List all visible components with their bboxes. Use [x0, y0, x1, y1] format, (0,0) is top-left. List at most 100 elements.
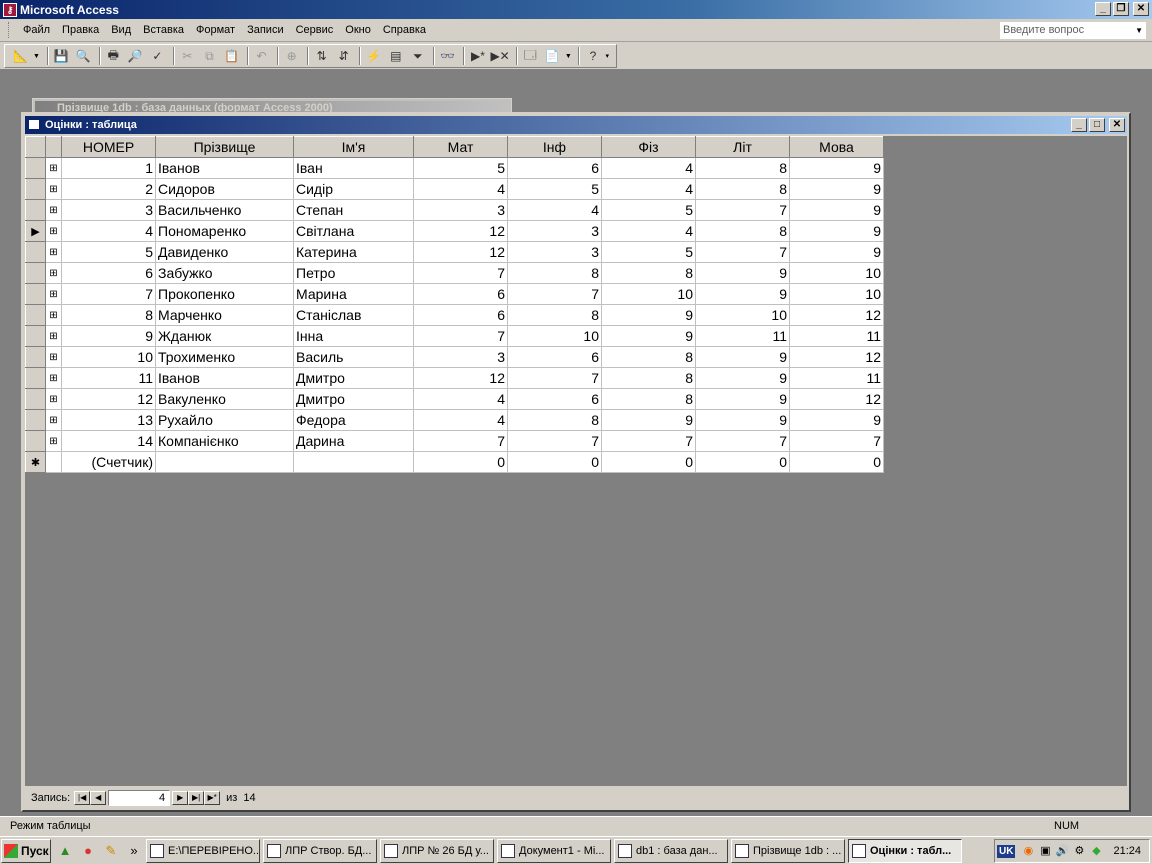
cell-mat[interactable]: 0	[413, 451, 508, 473]
cell-surname[interactable]: Давиденко	[155, 241, 294, 263]
table-row[interactable]: ▶ ⊞ 4 Пономаренко Світлана 12 3 4 8 9	[25, 220, 884, 242]
chevron-down-icon[interactable]: ▼	[1135, 23, 1143, 38]
cell-name[interactable]: Петро	[293, 262, 414, 284]
record-selector[interactable]	[25, 388, 46, 410]
cell-surname[interactable]: Пономаренко	[155, 220, 294, 242]
chevron-down-icon[interactable]: ▼	[565, 53, 573, 60]
cell-mat[interactable]: 12	[413, 241, 508, 263]
cell-name[interactable]	[293, 451, 414, 473]
cell-surname[interactable]: Вакуленко	[155, 388, 294, 410]
menu-tools[interactable]: Сервис	[290, 19, 340, 41]
cell-inf[interactable]: 0	[507, 451, 602, 473]
expand-plus-icon[interactable]: ⊞	[45, 199, 62, 221]
cell-nomer[interactable]: 4	[61, 220, 156, 242]
expand-plus-icon[interactable]: ⊞	[45, 178, 62, 200]
cell-fiz[interactable]: 4	[601, 157, 696, 179]
record-selector[interactable]	[25, 367, 46, 389]
taskbar-button[interactable]: ЛПР Створ. БД...	[263, 838, 377, 863]
cell-nomer[interactable]: 1	[61, 157, 156, 179]
cell-inf[interactable]: 8	[507, 409, 602, 431]
cell-name[interactable]: Катерина	[293, 241, 414, 263]
cell-inf[interactable]: 6	[507, 346, 602, 368]
cell-mova[interactable]: 9	[789, 157, 884, 179]
menu-grip[interactable]	[8, 22, 11, 38]
cell-surname[interactable]: Рухайло	[155, 409, 294, 431]
select-all-corner[interactable]	[25, 136, 46, 158]
expand-plus-icon[interactable]: ⊞	[45, 367, 62, 389]
cell-mat[interactable]: 7	[413, 430, 508, 452]
cell-mat[interactable]: 4	[413, 409, 508, 431]
table-row[interactable]: ⊞ 2 Сидоров Сидір 4 5 4 8 9	[25, 178, 884, 200]
expand-plus-icon[interactable]: ⊞	[45, 304, 62, 326]
column-header-lit[interactable]: Літ	[695, 136, 790, 158]
cell-nomer[interactable]: 10	[61, 346, 156, 368]
expand-plus-icon[interactable]: ⊞	[45, 262, 62, 284]
cell-inf[interactable]: 8	[507, 262, 602, 284]
menu-file[interactable]: Файл	[17, 19, 56, 41]
start-button[interactable]: Пуск	[1, 838, 51, 863]
table-row[interactable]: ⊞ 6 Забужко Петро 7 8 8 9 10	[25, 262, 884, 284]
menu-records[interactable]: Записи	[241, 19, 290, 41]
cell-name[interactable]: Марина	[293, 283, 414, 305]
print-preview-icon[interactable]: 🔎	[126, 46, 145, 66]
file-search-icon[interactable]: 🔍	[74, 46, 93, 66]
expand-plus-icon[interactable]: ⊞	[45, 409, 62, 431]
table-row[interactable]: ⊞ 3 Васильченко Степан 3 4 5 7 9	[25, 199, 884, 221]
cell-inf[interactable]: 8	[507, 304, 602, 326]
cell-fiz[interactable]: 9	[601, 409, 696, 431]
taskbar-button[interactable]: Документ1 - Mi...	[497, 838, 611, 863]
column-header-mova[interactable]: Мова	[789, 136, 884, 158]
cell-surname[interactable]: Марченко	[155, 304, 294, 326]
cell-name[interactable]: Іван	[293, 157, 414, 179]
cell-nomer[interactable]: 12	[61, 388, 156, 410]
cell-inf[interactable]: 6	[507, 388, 602, 410]
cell-fiz[interactable]: 8	[601, 262, 696, 284]
cell-nomer[interactable]: 14	[61, 430, 156, 452]
paste-icon[interactable]: 📋	[222, 46, 241, 66]
cell-fiz[interactable]: 5	[601, 241, 696, 263]
cell-lit[interactable]: 7	[695, 199, 790, 221]
cell-fiz[interactable]: 8	[601, 346, 696, 368]
filter-by-selection-icon[interactable]: ⚡	[364, 46, 383, 66]
table-row[interactable]: ⊞ 9 Жданюк Інна 7 10 9 11 11	[25, 325, 884, 347]
cell-mat[interactable]: 4	[413, 388, 508, 410]
menu-format[interactable]: Формат	[190, 19, 241, 41]
cell-name[interactable]: Інна	[293, 325, 414, 347]
cell-nomer[interactable]: 5	[61, 241, 156, 263]
cell-inf[interactable]: 3	[507, 220, 602, 242]
column-header-inf[interactable]: Інф	[507, 136, 602, 158]
cell-lit[interactable]: 8	[695, 178, 790, 200]
taskbar-button[interactable]: E:\ПЕРЕВІРЕНО...	[146, 838, 260, 863]
cell-nomer[interactable]: 7	[61, 283, 156, 305]
help-icon[interactable]: ?	[583, 46, 602, 66]
cell-lit[interactable]: 8	[695, 157, 790, 179]
filter-by-form-icon[interactable]: ▤	[386, 46, 405, 66]
table-row[interactable]: ⊞ 13 Рухайло Федора 4 8 9 9 9	[25, 409, 884, 431]
cell-mova[interactable]: 0	[789, 451, 884, 473]
menu-window[interactable]: Окно	[339, 19, 377, 41]
taskbar-button[interactable]: ЛПР № 26 БД у...	[380, 838, 494, 863]
cell-surname[interactable]: Прокопенко	[155, 283, 294, 305]
view-design-icon[interactable]: 📐	[11, 46, 30, 66]
help-question-box[interactable]: Введите вопрос ▼	[1000, 22, 1146, 39]
cell-inf[interactable]: 7	[507, 283, 602, 305]
cell-mova[interactable]: 10	[789, 283, 884, 305]
sort-descending-icon[interactable]: ⇵	[334, 46, 353, 66]
cell-mova[interactable]: 9	[789, 178, 884, 200]
cell-mat[interactable]: 6	[413, 283, 508, 305]
cell-mova[interactable]: 9	[789, 409, 884, 431]
new-record-selector[interactable]: ✱	[25, 451, 46, 473]
taskbar-button[interactable]: db1 : база дан...	[614, 838, 728, 863]
quicklaunch-drive-icon[interactable]: ▲	[56, 842, 74, 860]
toolbar-options-icon[interactable]: ▾	[606, 52, 614, 60]
table-minimize-button[interactable]: _	[1071, 118, 1087, 132]
cell-lit[interactable]: 9	[695, 262, 790, 284]
cell-lit[interactable]: 9	[695, 346, 790, 368]
record-selector[interactable]	[25, 325, 46, 347]
cell-fiz[interactable]: 8	[601, 388, 696, 410]
record-selector[interactable]	[25, 346, 46, 368]
expand-plus-icon[interactable]: ⊞	[45, 346, 62, 368]
table-row[interactable]: ⊞ 7 Прокопенко Марина 6 7 10 9 10	[25, 283, 884, 305]
cell-mat[interactable]: 12	[413, 367, 508, 389]
cell-name[interactable]: Василь	[293, 346, 414, 368]
